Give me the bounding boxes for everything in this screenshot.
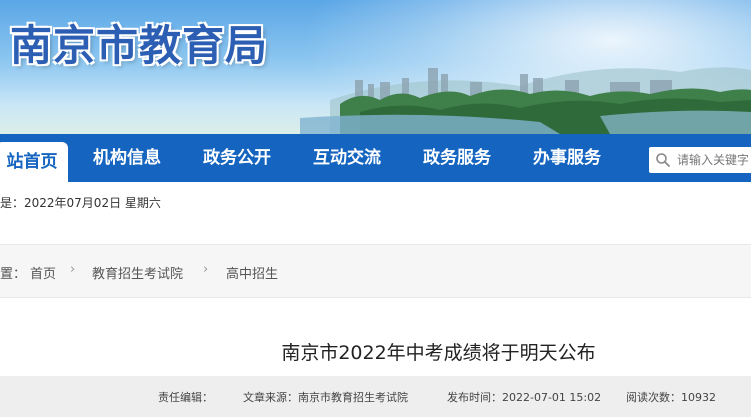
header-banner: 南京市教育局 bbox=[0, 0, 751, 134]
article-source: 文章来源：南京市教育招生考试院 bbox=[243, 391, 408, 404]
breadcrumb-exam-institute[interactable]: 教育招生考试院 bbox=[92, 263, 183, 282]
search-input[interactable] bbox=[677, 147, 751, 173]
main-nav: 站首页 机构信息 政务公开 互动交流 政务服务 办事服务 bbox=[0, 134, 751, 182]
article-view-count: 阅读次数：10932 bbox=[626, 391, 716, 404]
chevron-right-icon: › bbox=[70, 262, 76, 277]
nav-institution-info[interactable]: 机构信息 bbox=[82, 134, 172, 182]
article-editor: 责任编辑： bbox=[158, 391, 213, 404]
current-date: 是：2022年07月02日 星期六 bbox=[0, 196, 161, 210]
nav-home[interactable]: 站首页 bbox=[0, 142, 68, 182]
search-box bbox=[649, 147, 751, 173]
nav-government-affairs[interactable]: 政务公开 bbox=[192, 134, 282, 182]
date-bar: 是：2022年07月02日 星期六 bbox=[0, 182, 751, 222]
nav-government-services[interactable]: 政务服务 bbox=[412, 134, 502, 182]
breadcrumb-home[interactable]: 首页 bbox=[30, 263, 56, 282]
article-publish-time: 发布时间：2022-07-01 15:02 bbox=[447, 391, 602, 404]
article-meta-bar: 责任编辑： 文章来源：南京市教育招生考试院 发布时间：2022-07-01 15… bbox=[0, 376, 751, 417]
search-icon[interactable] bbox=[655, 152, 671, 168]
breadcrumb-prefix: 置： bbox=[0, 267, 27, 282]
nav-office-services[interactable]: 办事服务 bbox=[522, 134, 612, 182]
article-title: 南京市2022年中考成绩将于明天公布 bbox=[281, 342, 596, 364]
breadcrumb-high-school-admission[interactable]: 高中招生 bbox=[226, 263, 278, 282]
nav-interaction[interactable]: 互动交流 bbox=[302, 134, 392, 182]
breadcrumb: 置： 首页 › 教育招生考试院 › 高中招生 bbox=[0, 244, 751, 298]
chevron-right-icon: › bbox=[203, 262, 209, 277]
site-title: 南京市教育局 bbox=[10, 21, 269, 70]
